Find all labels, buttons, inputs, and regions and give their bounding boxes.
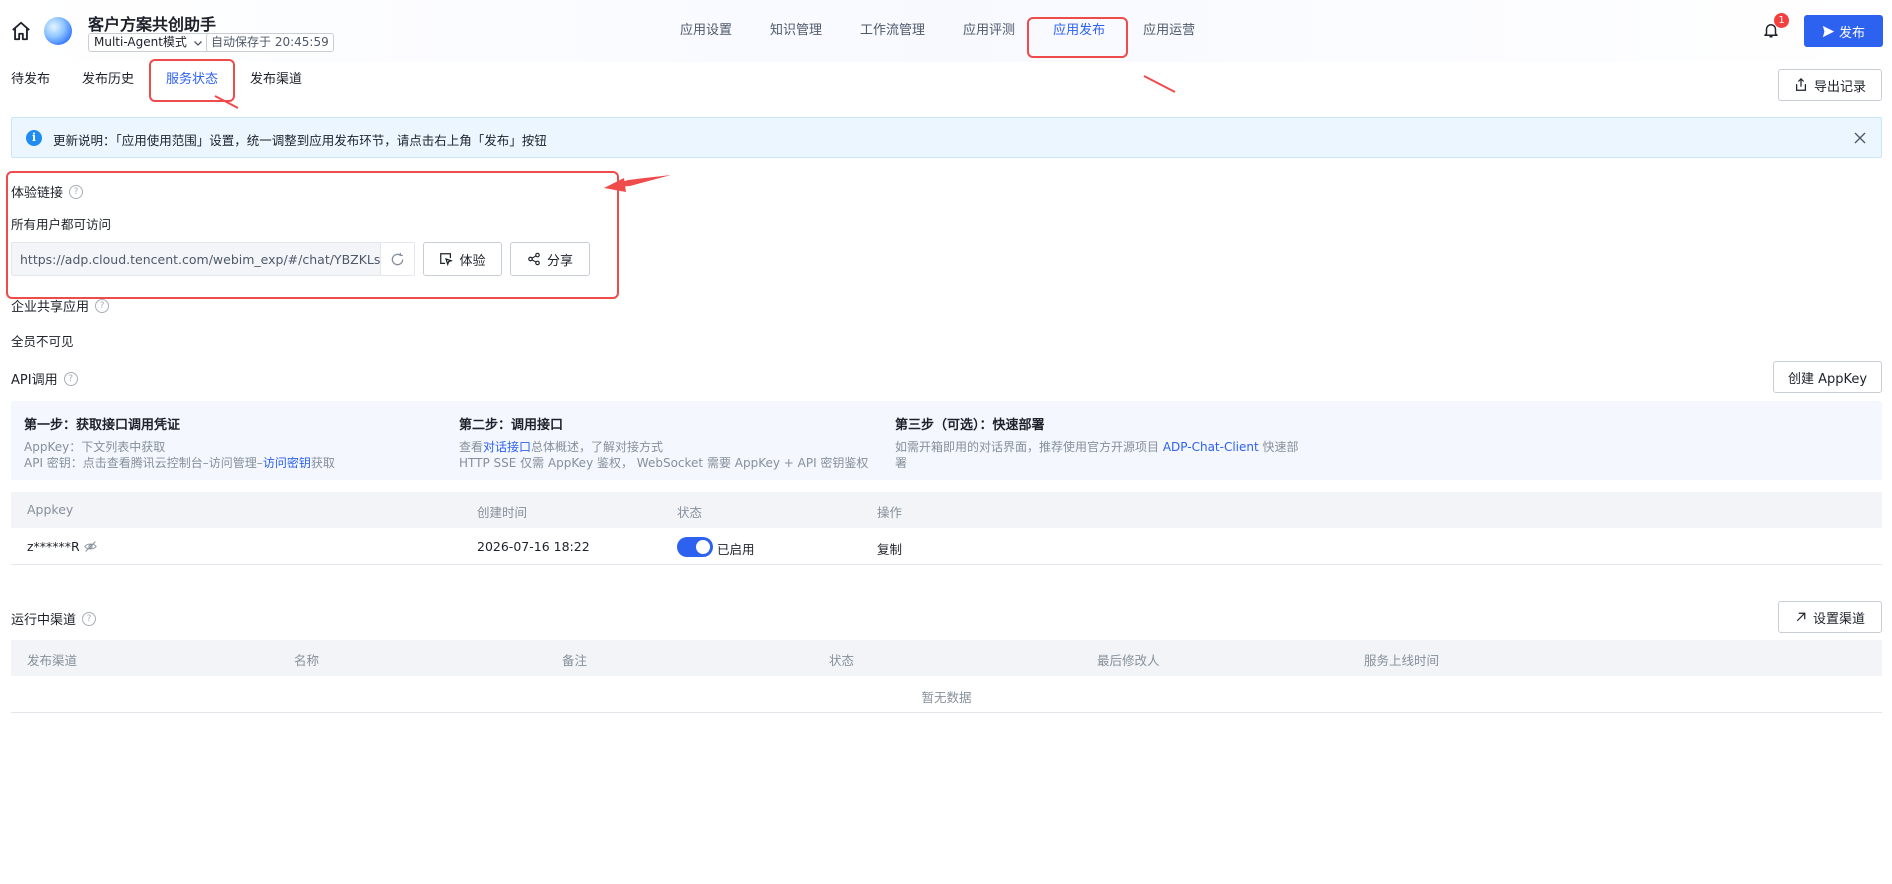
tab-history[interactable]: 发布历史	[82, 62, 134, 98]
step-text: 查看	[459, 440, 484, 454]
step-line: API 密钥：点击查看腾讯云控制台–访问管理–访问密钥获取	[24, 455, 444, 471]
column-header: 操作	[877, 505, 903, 520]
export-records-label: 导出记录	[1813, 79, 1866, 95]
annotation-box-experience	[6, 171, 619, 299]
autosave-status: 自动保存于 20:45:59	[206, 33, 334, 52]
top-nav: 应用设置 知识管理 工作流管理 应用评测 应用发布 应用运营	[680, 0, 1233, 62]
step-text: 快速部	[1258, 440, 1299, 454]
table-header: Appkey 创建时间 状态 操作	[11, 492, 1882, 528]
close-icon[interactable]	[1852, 130, 1868, 146]
running-channels-title-text: 运行中渠道	[11, 613, 77, 628]
chat-api-link[interactable]: 对话接口	[483, 440, 531, 454]
column-header: 发布渠道	[27, 653, 78, 668]
app-title: 客户方案共创助手	[88, 15, 217, 34]
annotation-box-service-tab	[149, 59, 235, 102]
column-header: 名称	[294, 653, 320, 668]
step-line: 署	[895, 456, 908, 470]
table-row: z******R 2026-07-16 18:22 已启用 复制	[11, 528, 1882, 565]
notice-text: 更新说明：「应用使用范围」设置，统一调整到应用发布环节，请点击右上角「发布」按钮	[53, 133, 547, 148]
update-notice: i 更新说明：「应用使用范围」设置，统一调整到应用发布环节，请点击右上角「发布」…	[11, 117, 1882, 158]
export-icon	[1795, 78, 1806, 91]
api-title: API调用 ?	[11, 369, 78, 388]
app-header: 客户方案共创助手 Multi-Agent模式 自动保存于 20:45:59 应用…	[0, 0, 1892, 62]
column-header: 服务上线时间	[1364, 653, 1440, 668]
empty-text: 暂无数据	[921, 690, 972, 705]
app-logo	[44, 17, 72, 45]
create-appkey-label: 创建 AppKey	[1787, 371, 1868, 387]
step-text: API 密钥：点击查看腾讯云控制台–访问管理–	[24, 456, 263, 470]
help-icon[interactable]: ?	[82, 611, 97, 626]
access-key-link[interactable]: 访问密钥	[263, 456, 311, 470]
export-records-button[interactable]: 导出记录	[1778, 69, 1882, 101]
help-icon[interactable]: ?	[63, 371, 78, 386]
column-header: 最后修改人	[1097, 653, 1160, 668]
tab-pending[interactable]: 待发布	[11, 62, 50, 98]
annotation-arrow	[1143, 75, 1176, 93]
column-header: Appkey	[27, 502, 74, 517]
setup-channel-button[interactable]: 设置渠道	[1778, 601, 1882, 633]
step-text: 获取	[310, 456, 335, 470]
setup-channel-label: 设置渠道	[1812, 611, 1865, 627]
publish-button-label: 发布	[1838, 25, 1865, 41]
create-appkey-button[interactable]: 创建 AppKey	[1773, 361, 1882, 393]
chevron-down-icon	[193, 41, 202, 46]
step-line: 如需开箱即用的对话界面，推荐使用官方开源项目 ADP-Chat-Client 快…	[895, 439, 1325, 455]
notification-badge: 1	[1774, 13, 1789, 28]
api-step-1: 第一步：获取接口调用凭证 AppKey：下文列表中获取 API 密钥：点击查看腾…	[24, 414, 444, 471]
step-title: 第二步：调用接口	[459, 418, 564, 433]
eye-off-icon[interactable]	[83, 540, 97, 553]
annotation-box-publish-nav	[1027, 17, 1128, 58]
created-time: 2026-07-16 18:22	[477, 539, 590, 554]
step-title: 第一步：获取接口调用凭证	[24, 418, 181, 433]
api-steps-panel: 第一步：获取接口调用凭证 AppKey：下文列表中获取 API 密钥：点击查看腾…	[11, 401, 1882, 480]
step-text: 总体概述，了解对接方式	[531, 440, 664, 454]
column-header: 创建时间	[477, 505, 528, 520]
nav-app-settings[interactable]: 应用设置	[680, 0, 732, 62]
info-icon: i	[26, 130, 42, 146]
nav-evaluation[interactable]: 应用评测	[963, 0, 1015, 62]
appkey-table: Appkey 创建时间 状态 操作 z******R 2026-07-16 18…	[11, 492, 1882, 565]
api-step-3: 第三步（可选）：快速部署 如需开箱即用的对话界面，推荐使用官方开源项目 ADP-…	[895, 414, 1325, 471]
help-icon[interactable]: ?	[95, 298, 110, 313]
step-title: 第三步（可选）：快速部署	[895, 418, 1045, 433]
nav-operation[interactable]: 应用运营	[1143, 0, 1195, 62]
step-line: AppKey：下文列表中获取	[24, 440, 166, 454]
tab-channels[interactable]: 发布渠道	[250, 62, 302, 98]
nav-workflow[interactable]: 工作流管理	[860, 0, 925, 62]
column-header: 状态	[677, 505, 703, 520]
running-channels-title: 运行中渠道 ?	[11, 609, 97, 628]
empty-row: 暂无数据	[11, 676, 1882, 713]
channels-table: 发布渠道 名称 备注 状态 最后修改人 服务上线时间 暂无数据	[11, 640, 1882, 713]
mode-select-value: Multi-Agent模式	[94, 35, 187, 49]
nav-knowledge[interactable]: 知识管理	[770, 0, 822, 62]
status-toggle[interactable]	[677, 537, 713, 557]
publish-button[interactable]: 发布	[1804, 15, 1883, 47]
copy-link[interactable]: 复制	[877, 539, 902, 558]
appkey-value: z******R	[27, 539, 80, 554]
step-line: HTTP SSE 仅需 AppKey 鉴权， WebSocket 需要 AppK…	[459, 456, 869, 470]
mode-select[interactable]: Multi-Agent模式	[88, 33, 210, 52]
api-step-2: 第二步：调用接口 查看对话接口总体概述，了解对接方式 HTTP SSE 仅需 A…	[459, 414, 889, 471]
step-text: 如需开箱即用的对话界面，推荐使用官方开源项目	[895, 440, 1163, 454]
home-icon[interactable]	[10, 20, 32, 42]
adp-chat-client-link[interactable]: ADP-Chat-Client	[1163, 440, 1259, 454]
appkey-cell: z******R	[27, 539, 97, 554]
step-line: 查看对话接口总体概述，了解对接方式	[459, 439, 889, 455]
column-header: 状态	[829, 653, 855, 668]
arrow-up-right-icon	[1796, 612, 1806, 622]
send-icon	[1822, 25, 1835, 37]
enterprise-visibility: 全员不可见	[11, 334, 74, 349]
status-text: 已启用	[717, 542, 755, 557]
table-header: 发布渠道 名称 备注 状态 最后修改人 服务上线时间	[11, 640, 1882, 676]
column-header: 备注	[562, 653, 588, 668]
api-title-text: API调用	[11, 373, 58, 388]
